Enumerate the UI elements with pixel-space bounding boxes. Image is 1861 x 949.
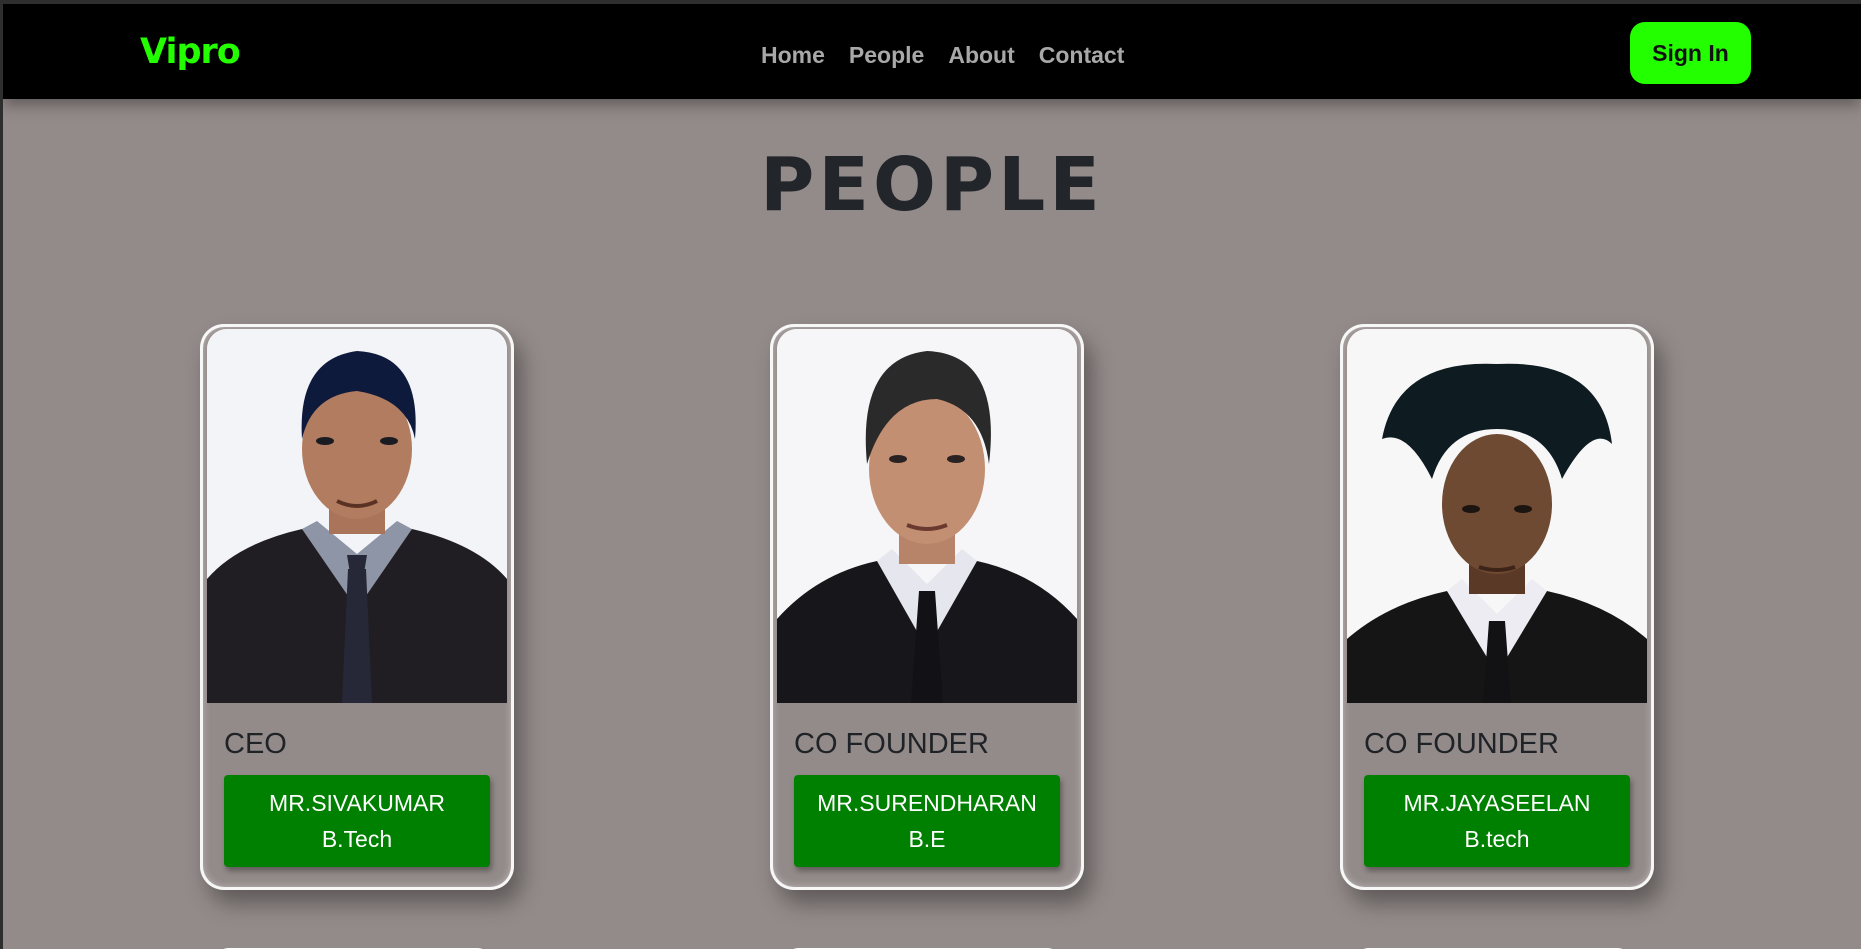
person-name: MR.SURENDHARAN [817,790,1037,816]
person-card-cofounder-2: CO FOUNDER MR.JAYASEELAN B.tech [1340,324,1654,890]
person-name-button[interactable]: MR.JAYASEELAN B.tech [1364,775,1630,867]
person-name-button[interactable]: MR.SURENDHARAN B.E [794,775,1060,867]
person-role: CO FOUNDER [794,728,989,760]
person-degree: B.tech [1464,826,1530,852]
person-role: CO FOUNDER [1364,728,1559,760]
navbar: Vipro Home People About Contact Sign In [3,4,1861,99]
person-photo [1347,329,1647,703]
person-degree: B.E [908,826,946,852]
browser-viewport: Vipro Home People About Contact Sign In … [3,4,1861,949]
person-card-ceo: CEO MR.SIVAKUMAR B.Tech [200,324,514,890]
nav-link-people[interactable]: People [849,42,924,69]
nav-link-home[interactable]: Home [761,42,825,69]
page-title: PEOPLE [760,142,1104,228]
person-role: CEO [224,728,287,760]
person-photo [777,329,1077,703]
nav-link-contact[interactable]: Contact [1039,42,1125,69]
person-card-cofounder-1: CO FOUNDER MR.SURENDHARAN B.E [770,324,1084,890]
person-degree: B.Tech [321,826,393,852]
brand-logo[interactable]: Vipro [140,32,241,72]
person-photo [207,329,507,703]
person-name: MR.JAYASEELAN [1403,790,1591,816]
sign-in-button[interactable]: Sign In [1630,22,1751,84]
nav-links: Home People About Contact [761,42,1124,69]
person-name: MR.SIVAKUMAR [269,790,445,816]
nav-link-about[interactable]: About [948,42,1014,69]
person-name-button[interactable]: MR.SIVAKUMAR B.Tech [224,775,490,867]
